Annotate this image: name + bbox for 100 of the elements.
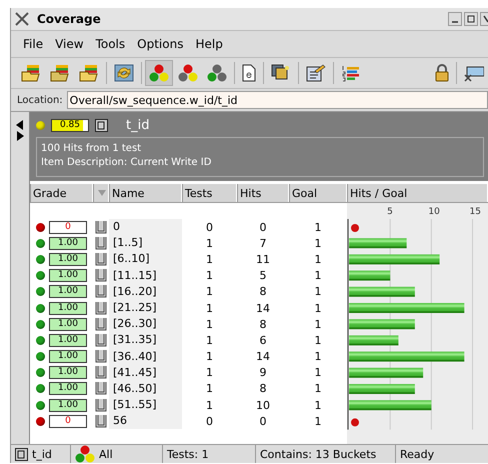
table-cell-text: 7 [258, 236, 268, 250]
bar [349, 335, 398, 346]
bucket-icon [95, 285, 107, 298]
colored-balls-icon [75, 445, 95, 463]
folder-layers-icon [50, 64, 70, 82]
item-name: t_id [126, 118, 150, 132]
column-header[interactable]: Goal [289, 184, 347, 202]
table-cell-text: 1 [314, 366, 322, 380]
table-cell: [21..25] [109, 300, 182, 316]
table-cell-text: 14 [255, 302, 271, 315]
table-cell-text: 1 [314, 285, 322, 298]
status-tests: Tests: 1 [163, 445, 256, 463]
copy-pages-icon [271, 64, 291, 82]
grade-value: 0 [64, 222, 72, 233]
table-cell-text: 0 [205, 220, 214, 234]
sort-icon [98, 190, 106, 196]
grade-value: 1.00 [56, 367, 80, 378]
bucket-icon [95, 398, 107, 412]
bar [349, 319, 415, 330]
bucket-icon [95, 220, 107, 234]
table-cell-text: 0 [258, 414, 268, 428]
grade-value: 1.00 [56, 286, 80, 298]
bucket-icon [95, 252, 107, 266]
close-icon[interactable] [480, 12, 488, 26]
lock-icon [435, 64, 449, 82]
bucket-icon [95, 414, 107, 428]
minimize-icon[interactable] [448, 12, 462, 26]
table-cell: 0 [109, 219, 182, 236]
folder-layers-icon [79, 64, 99, 82]
sort-button[interactable] [93, 184, 109, 202]
menu-item[interactable]: Options [137, 37, 184, 51]
menu-item[interactable]: File [23, 37, 44, 51]
table-cell-text: 1 [314, 302, 322, 315]
status-ready: Ready [399, 446, 436, 462]
table-cell-text: 1 [314, 252, 322, 266]
bar [349, 286, 415, 297]
table-cell-text: 1 [314, 220, 322, 234]
colored-balls-icon [178, 64, 198, 82]
table-cell-text: 8 [258, 318, 268, 331]
document-icon [242, 64, 256, 82]
table-cell-text: 6 [258, 334, 268, 347]
table-cell-text: 1 [314, 382, 322, 396]
table-cell: [26..30] [109, 316, 182, 332]
tick-label: 10 [428, 207, 440, 217]
grade-value: 1.00 [56, 334, 80, 346]
bucket-icon [95, 382, 107, 396]
table-cell-text: 1 [205, 398, 214, 412]
table-cell: [41..45] [109, 364, 182, 381]
column-header[interactable]: Grade [30, 184, 93, 202]
item-icon [95, 118, 108, 132]
left-arrow-icon[interactable] [16, 120, 24, 130]
table-cell-text: 0 [258, 220, 268, 234]
column-header[interactable]: Tests [182, 184, 237, 202]
table-cell-text: 1 [205, 269, 214, 282]
table-cell-text: 1 [314, 350, 322, 364]
remove-icon [464, 64, 484, 82]
right-arrow-icon[interactable] [16, 131, 24, 141]
table-cell-text: 0 [205, 414, 214, 428]
table-cell-text: 1 [205, 252, 214, 266]
grade-value: 1.00 [56, 318, 80, 330]
menu-item[interactable]: Help [195, 37, 223, 51]
column-header[interactable]: Name [109, 184, 182, 202]
table-cell-text: 1 [205, 350, 214, 364]
table-cell-text: 8 [258, 382, 268, 396]
location-field[interactable]: Overall/sw_sequence.w_id/t_id [66, 91, 488, 109]
grade-value: 1.00 [56, 351, 80, 362]
grade-value: 1.00 [56, 383, 80, 394]
grade-value: 1.00 [56, 270, 80, 282]
hits-summary: 100 Hits from 1 test [41, 142, 142, 156]
x-logo-icon [15, 12, 29, 26]
column-header[interactable]: Hits [237, 184, 289, 202]
table-cell: [16..20] [109, 284, 182, 300]
menu-item[interactable]: View [55, 37, 84, 51]
colored-balls-icon [207, 64, 227, 82]
grade-value: 1.00 [56, 254, 80, 265]
table-cell-text: 1 [205, 382, 214, 396]
bucket-icon [95, 269, 107, 282]
column-header[interactable]: Hits / Goal [347, 184, 488, 202]
menu-item[interactable]: Tools [96, 37, 126, 51]
item-icon [15, 448, 28, 460]
bucket-icon [95, 366, 107, 380]
table-cell-text: 1 [205, 236, 214, 250]
maximize-icon[interactable] [464, 12, 478, 26]
zero-marker [351, 418, 359, 426]
status-text: t_id [32, 448, 52, 460]
tick-label: 5 [387, 207, 393, 217]
bar [349, 238, 407, 248]
grade-value: 1.00 [56, 302, 80, 314]
table-cell-text: 1 [314, 398, 322, 412]
grade-value: 1.00 [56, 238, 80, 249]
table-cell-text: 1 [205, 285, 214, 298]
folder-layers-icon [21, 64, 41, 82]
bucket-icon [95, 236, 107, 250]
table-cell: [36..40] [109, 348, 182, 365]
edit-form-icon [306, 64, 326, 82]
location-label: Location: [17, 94, 63, 106]
bucket-icon [95, 302, 107, 315]
table-cell-text: 1 [205, 334, 214, 347]
refresh-icon [114, 64, 134, 82]
table-cell-text: 14 [255, 350, 271, 364]
